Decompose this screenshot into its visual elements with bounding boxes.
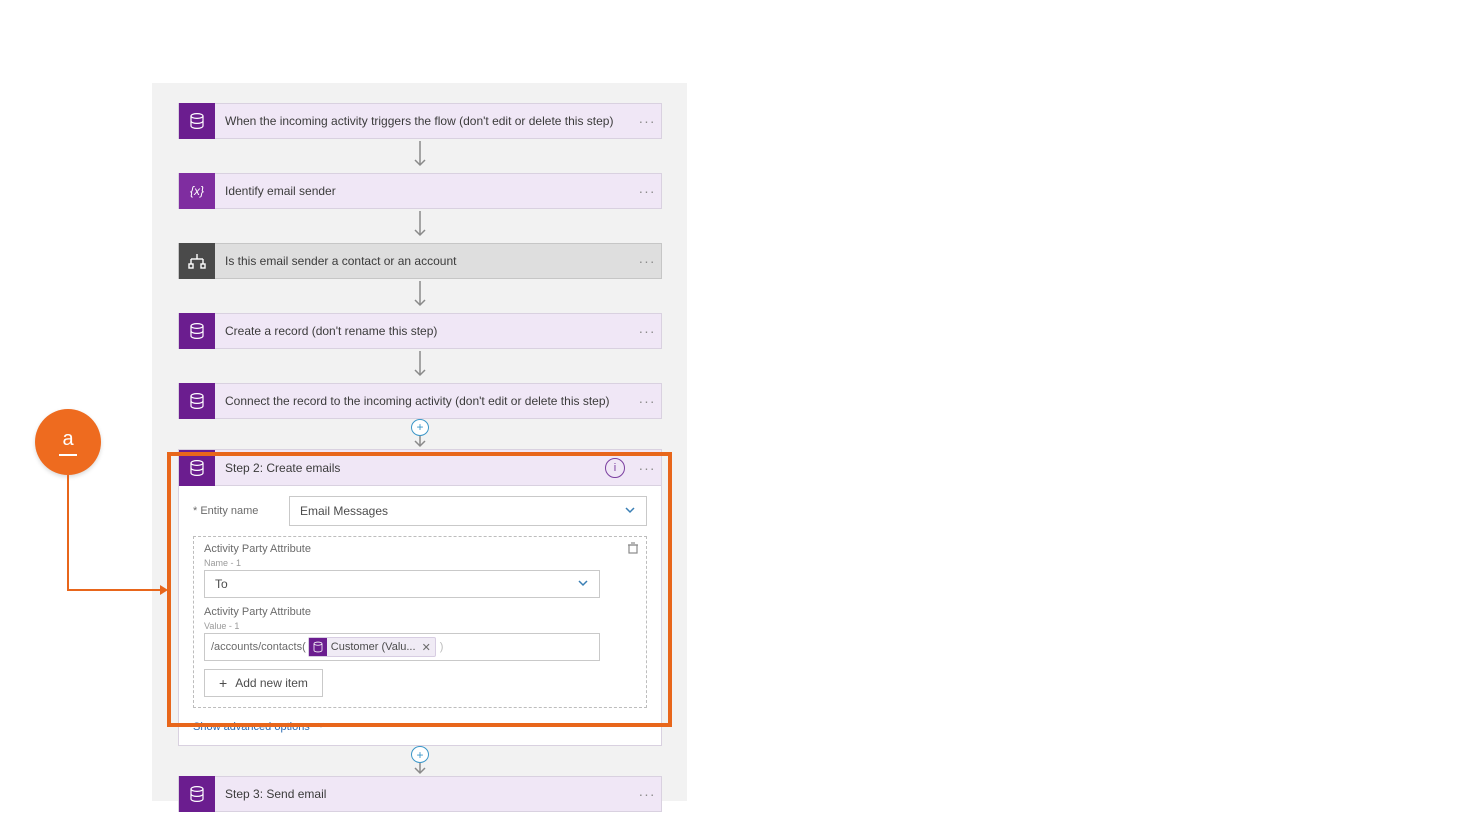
activity-party-name-label: Activity Party Attribute <box>204 543 636 556</box>
chevron-down-icon <box>316 720 326 733</box>
step-send-email-menu[interactable]: ··· <box>633 786 661 802</box>
delete-group-icon[interactable] <box>624 539 642 557</box>
step-create-emails-body: Entity name Email Messages Activity Part… <box>179 486 661 745</box>
database-icon <box>179 450 215 486</box>
entity-name-select[interactable]: Email Messages <box>289 496 647 526</box>
activity-party-name-select[interactable]: To <box>204 570 600 598</box>
flow-container: When the incoming activity triggers the … <box>178 103 662 812</box>
activity-party-value-label: Activity Party Attribute <box>204 606 636 619</box>
token-remove-icon[interactable]: ✕ <box>422 641 431 654</box>
step-trigger[interactable]: When the incoming activity triggers the … <box>178 103 662 139</box>
activity-party-value-input[interactable]: /accounts/contacts( Customer (Valu... ✕ … <box>204 633 600 661</box>
step-send-email[interactable]: Step 3: Send email ··· <box>178 776 662 812</box>
database-icon <box>179 313 215 349</box>
step-create-emails-title: Step 2: Create emails <box>215 461 605 475</box>
connector-arrow <box>178 279 662 313</box>
show-advanced-options-label: Show advanced options <box>193 721 310 733</box>
step-identify-label: Identify email sender <box>215 184 633 198</box>
callout-arrowhead-icon <box>160 585 168 595</box>
step-create-record-menu[interactable]: ··· <box>633 323 661 339</box>
add-step-button-wrap: + <box>178 746 662 776</box>
step-switch[interactable]: Is this email sender a contact or an acc… <box>178 243 662 279</box>
show-advanced-options-link[interactable]: Show advanced options <box>193 718 326 737</box>
add-new-item-button[interactable]: + Add new item <box>204 669 323 697</box>
entity-name-value: Email Messages <box>300 504 388 518</box>
activity-party-value-sub: Value - 1 <box>204 621 636 631</box>
database-icon <box>179 383 215 419</box>
step-switch-menu[interactable]: ··· <box>633 253 661 269</box>
step-switch-label: Is this email sender a contact or an acc… <box>215 254 633 268</box>
switch-icon <box>179 243 215 279</box>
entity-name-label: Entity name <box>193 505 289 517</box>
chevron-down-icon <box>624 504 636 519</box>
step-connect-menu[interactable]: ··· <box>633 393 661 409</box>
callout-label: a <box>62 428 73 451</box>
add-new-item-label: Add new item <box>235 676 308 690</box>
value-prefix-text: /accounts/contacts( <box>211 641 306 653</box>
step-connect[interactable]: Connect the record to the incoming activ… <box>178 383 662 419</box>
step-trigger-label: When the incoming activity triggers the … <box>215 114 633 128</box>
step-create-emails-menu[interactable]: ··· <box>633 460 661 476</box>
connector-arrow <box>178 349 662 383</box>
entity-name-row: Entity name Email Messages <box>193 496 647 526</box>
activity-party-name-sub: Name - 1 <box>204 558 636 568</box>
activity-party-name-value: To <box>215 577 228 591</box>
database-icon <box>179 776 215 812</box>
step-connect-label: Connect the record to the incoming activ… <box>215 394 633 408</box>
database-icon <box>179 103 215 139</box>
connector-arrow <box>178 139 662 173</box>
callout-connector <box>67 589 161 591</box>
add-step-button[interactable]: + <box>411 419 429 436</box>
callout-underline <box>59 454 77 456</box>
variable-icon: {x} <box>179 173 215 209</box>
info-icon[interactable]: i <box>605 458 625 478</box>
svg-text:{x}: {x} <box>190 184 204 198</box>
callout-badge-a: a <box>35 409 101 475</box>
token-database-icon <box>309 638 327 656</box>
chevron-down-icon <box>577 577 589 592</box>
step-create-record[interactable]: Create a record (don't rename this step)… <box>178 313 662 349</box>
connector-arrow <box>178 209 662 243</box>
activity-party-group: Activity Party Attribute Name - 1 To Act… <box>193 536 647 708</box>
step-identify-menu[interactable]: ··· <box>633 183 661 199</box>
step-create-emails-header[interactable]: Step 2: Create emails i ··· <box>179 450 661 486</box>
add-step-button[interactable]: + <box>411 746 429 763</box>
step-identify[interactable]: {x} Identify email sender ··· <box>178 173 662 209</box>
value-suffix-text: ) <box>440 641 444 653</box>
callout-connector <box>67 475 69 590</box>
step-create-record-label: Create a record (don't rename this step) <box>215 324 633 338</box>
step-create-emails-card: Step 2: Create emails i ··· Entity name … <box>178 449 662 746</box>
plus-icon: + <box>219 675 227 691</box>
step-send-email-label: Step 3: Send email <box>215 787 633 801</box>
step-trigger-menu[interactable]: ··· <box>633 113 661 129</box>
add-step-button-wrap: + <box>178 419 662 449</box>
dynamic-content-token[interactable]: Customer (Valu... ✕ <box>308 637 436 657</box>
token-text: Customer (Valu... <box>331 641 416 653</box>
